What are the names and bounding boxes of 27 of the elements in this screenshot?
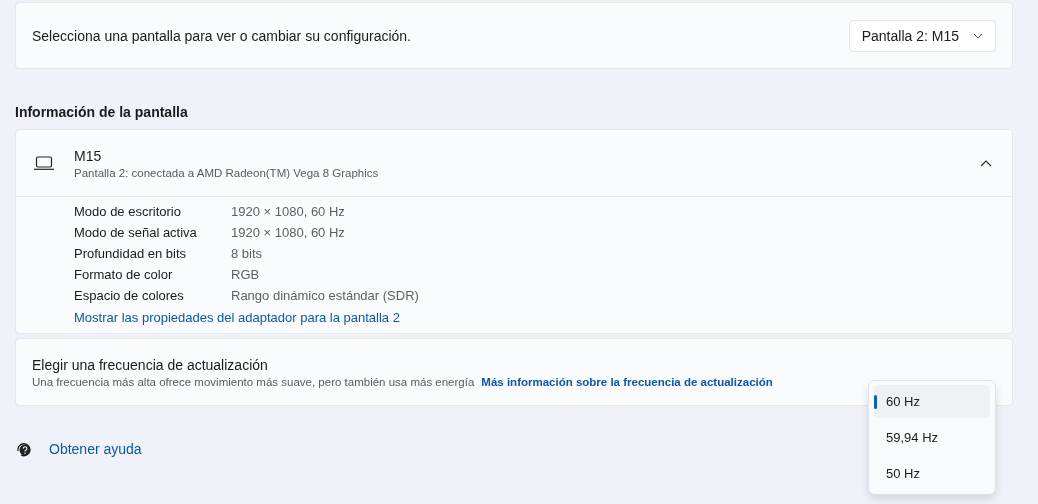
section-heading: Información de la pantalla [15, 104, 189, 120]
property-label: Profundidad en bits [74, 246, 188, 261]
menu-option[interactable]: 59,94 Hz [874, 421, 990, 454]
property-label: Modo de escritorio [74, 204, 182, 219]
menu-option[interactable]: 60 Hz [874, 385, 990, 418]
property-value: RGB [231, 267, 261, 282]
help-icon [15, 440, 33, 458]
prompt-text: Selecciona una pantalla para ver o cambiar su configuración. [32, 27, 411, 44]
laptop-icon [34, 156, 54, 170]
menu-option[interactable]: 50 Hz [874, 457, 990, 490]
adapter-properties-link[interactable]: Mostrar las propiedades del adaptador para la pantalla 2 [74, 310, 996, 325]
refresh-rate-description: Una frecuencia más alta ofrece movimiento más suave, pero también usa más energía [32, 375, 475, 388]
property-label: Espacio de colores [74, 288, 185, 303]
property-value: 1920 × 1080, 60 Hz [231, 204, 346, 219]
property-label: Modo de señal activa [74, 225, 198, 240]
display-name: M15 [74, 147, 103, 164]
property-label: Formato de color [74, 267, 174, 282]
display-subtitle: Pantalla 2: conectada a AMD Radeon(TM) Vega 8 Graphics [74, 166, 380, 179]
refresh-rate-title: Elegir una frecuencia de actualización [32, 356, 269, 373]
property-value: 8 bits [231, 246, 264, 261]
chevron-up-icon[interactable] [980, 159, 992, 167]
chevron-down-icon [973, 32, 983, 39]
property-value: Rango dinámico estándar (SDR) [231, 288, 420, 303]
help-link[interactable]: Obtener ayuda [49, 441, 142, 457]
learn-more-link[interactable]: Más información sobre la frecuencia de actualización [481, 375, 773, 388]
property-value: 1920 × 1080, 60 Hz [231, 225, 346, 240]
display-dropdown[interactable]: Pantalla 2: M15 [848, 19, 996, 52]
